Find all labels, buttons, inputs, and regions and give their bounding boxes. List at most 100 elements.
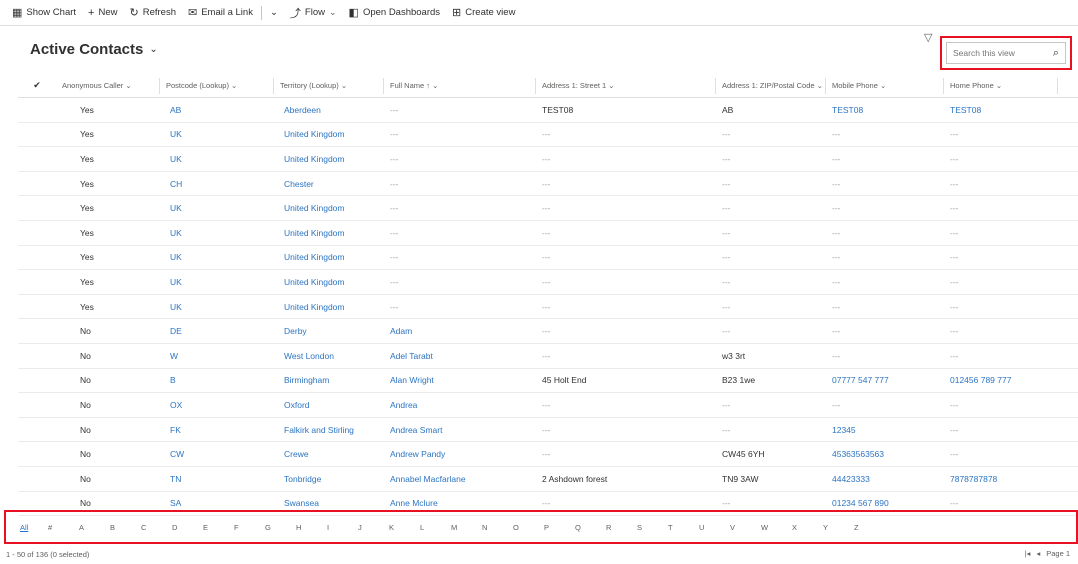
column-header-territory[interactable]: Territory (Lookup) ⌄ <box>274 77 384 94</box>
table-row[interactable]: Yes UK United Kingdom --- --- --- --- --- <box>18 295 1078 320</box>
cell-full[interactable]: Annabel Macfarlane <box>384 474 536 484</box>
cell-post[interactable]: UK <box>160 302 274 312</box>
cell-mob[interactable]: 01234 567 890 <box>826 498 944 508</box>
column-header-postcode[interactable]: Postcode (Lookup) ⌄ <box>160 77 274 94</box>
jump-letter-y[interactable]: Y <box>823 523 854 532</box>
cell-home[interactable]: 012456 789 777 <box>944 375 1058 385</box>
cell-terr[interactable]: United Kingdom <box>274 154 384 164</box>
table-row[interactable]: Yes CH Chester --- --- --- --- --- <box>18 172 1078 197</box>
jump-letter-g[interactable]: G <box>265 523 296 532</box>
cell-post[interactable]: UK <box>160 277 274 287</box>
cell-home[interactable]: TEST08 <box>944 105 1058 115</box>
cell-terr[interactable]: West London <box>274 351 384 361</box>
cell-terr[interactable]: United Kingdom <box>274 203 384 213</box>
table-row[interactable]: No DE Derby Adam --- --- --- --- <box>18 319 1078 344</box>
table-row[interactable]: Yes UK United Kingdom --- --- --- --- --- <box>18 270 1078 295</box>
jump-letter-o[interactable]: O <box>513 523 544 532</box>
column-header-mobile-phone[interactable]: Mobile Phone ⌄ <box>826 77 944 94</box>
jump-letter-k[interactable]: K <box>389 523 420 532</box>
filter-icon[interactable]: ▽ <box>924 31 932 44</box>
cell-post[interactable]: AB <box>160 105 274 115</box>
select-all-checkmark-icon[interactable]: ✔ <box>18 78 56 94</box>
cell-terr[interactable]: Falkirk and Stirling <box>274 425 384 435</box>
jump-letter-b[interactable]: B <box>110 523 141 532</box>
cell-terr[interactable]: Swansea <box>274 498 384 508</box>
search-input[interactable] <box>953 48 1049 58</box>
cell-terr[interactable]: United Kingdom <box>274 129 384 139</box>
cell-mob[interactable]: 45363563563 <box>826 449 944 459</box>
table-row[interactable]: No W West London Adel Tarabt --- w3 3rt --- --- <box>18 344 1078 369</box>
jump-letter-d[interactable]: D <box>172 523 203 532</box>
cell-terr[interactable]: Derby <box>274 326 384 336</box>
column-header-street[interactable]: Address 1: Street 1 ⌄ <box>536 77 716 94</box>
cell-mob[interactable]: TEST08 <box>826 105 944 115</box>
table-row[interactable]: No TN Tonbridge Annabel Macfarlane 2 Ashdown… <box>18 467 1078 492</box>
table-row[interactable]: No CW Crewe Andrew Pandy --- CW45 6YH 45363563… <box>18 442 1078 467</box>
cell-terr[interactable]: Tonbridge <box>274 474 384 484</box>
jump-letter-hash[interactable]: # <box>48 523 79 532</box>
table-row[interactable]: Yes UK United Kingdom --- --- --- --- --- <box>18 147 1078 172</box>
table-row[interactable]: No OX Oxford Andrea --- --- --- --- <box>18 393 1078 418</box>
table-row[interactable]: Yes UK United Kingdom --- --- --- --- --- <box>18 123 1078 148</box>
cell-post[interactable]: TN <box>160 474 274 484</box>
cell-terr[interactable]: United Kingdom <box>274 252 384 262</box>
cell-post[interactable]: UK <box>160 129 274 139</box>
cell-post[interactable]: UK <box>160 252 274 262</box>
cell-post[interactable]: UK <box>160 154 274 164</box>
table-row[interactable]: Yes UK United Kingdom --- --- --- --- --- <box>18 246 1078 271</box>
cell-full[interactable]: Andrew Pandy <box>384 449 536 459</box>
new-button[interactable]: + New <box>82 0 123 26</box>
jump-letter-w[interactable]: W <box>761 523 792 532</box>
cell-full[interactable]: Andrea Smart <box>384 425 536 435</box>
jump-letter-u[interactable]: U <box>699 523 730 532</box>
cell-mob[interactable]: 44423333 <box>826 474 944 484</box>
cell-post[interactable]: SA <box>160 498 274 508</box>
more-commands-chevron-icon[interactable]: ⌄ <box>264 0 284 26</box>
view-selector[interactable]: Active Contacts ⌄ <box>30 41 158 58</box>
chevron-down-icon[interactable]: ⌄ <box>329 7 337 18</box>
table-row[interactable]: Yes UK United Kingdom --- --- --- --- --- <box>18 221 1078 246</box>
cell-post[interactable]: CW <box>160 449 274 459</box>
flow-button[interactable]: ⤴ Flow ⌄ <box>284 0 343 26</box>
cell-post[interactable]: CH <box>160 179 274 189</box>
cell-full[interactable]: Andrea <box>384 400 536 410</box>
jump-letter-z[interactable]: Z <box>854 523 885 532</box>
jump-letter-f[interactable]: F <box>234 523 265 532</box>
jump-letter-t[interactable]: T <box>668 523 699 532</box>
column-header-anonymous-caller[interactable]: Anonymous Caller ⌄ <box>56 77 160 94</box>
cell-mob[interactable]: 12345 <box>826 425 944 435</box>
jump-letter-p[interactable]: P <box>544 523 575 532</box>
jump-letter-n[interactable]: N <box>482 523 513 532</box>
cell-post[interactable]: B <box>160 375 274 385</box>
jump-letter-q[interactable]: Q <box>575 523 606 532</box>
jump-letter-r[interactable]: R <box>606 523 637 532</box>
jump-letter-i[interactable]: I <box>327 523 358 532</box>
table-row[interactable]: No FK Falkirk and Stirling Andrea Smart --- -… <box>18 418 1078 443</box>
jump-letter-x[interactable]: X <box>792 523 823 532</box>
email-a-link-button[interactable]: ✉ Email a Link <box>182 0 259 26</box>
cell-post[interactable]: UK <box>160 203 274 213</box>
cell-terr[interactable]: Chester <box>274 179 384 189</box>
table-row[interactable]: Yes AB Aberdeen --- TEST08 AB TEST08 TEST08 <box>18 98 1078 123</box>
cell-full[interactable]: Adam <box>384 326 536 336</box>
create-view-button[interactable]: ⊞ Create view <box>446 0 521 26</box>
cell-full[interactable]: Alan Wright <box>384 375 536 385</box>
cell-terr[interactable]: United Kingdom <box>274 302 384 312</box>
cell-terr[interactable]: United Kingdom <box>274 277 384 287</box>
cell-mob[interactable]: 07777 547 777 <box>826 375 944 385</box>
cell-terr[interactable]: Crewe <box>274 449 384 459</box>
cell-home[interactable]: 7878787878 <box>944 474 1058 484</box>
show-chart-button[interactable]: ▦ Show Chart <box>6 0 82 26</box>
cell-terr[interactable]: Oxford <box>274 400 384 410</box>
column-header-full-name[interactable]: Full Name ↑ ⌄ <box>384 77 536 94</box>
jump-letter-a[interactable]: A <box>79 523 110 532</box>
first-page-icon[interactable]: |◂ <box>1025 549 1031 558</box>
open-dashboards-button[interactable]: ◧ Open Dashboards <box>343 0 447 26</box>
jump-letter-s[interactable]: S <box>637 523 668 532</box>
cell-terr[interactable]: Birmingham <box>274 375 384 385</box>
cell-full[interactable]: Adel Tarabt <box>384 351 536 361</box>
column-header-zip[interactable]: Address 1: ZIP/Postal Code ⌄ <box>716 77 826 94</box>
cell-post[interactable]: DE <box>160 326 274 336</box>
jump-letter-j[interactable]: J <box>358 523 389 532</box>
table-row[interactable]: No B Birmingham Alan Wright 45 Holt End B23 1… <box>18 369 1078 394</box>
